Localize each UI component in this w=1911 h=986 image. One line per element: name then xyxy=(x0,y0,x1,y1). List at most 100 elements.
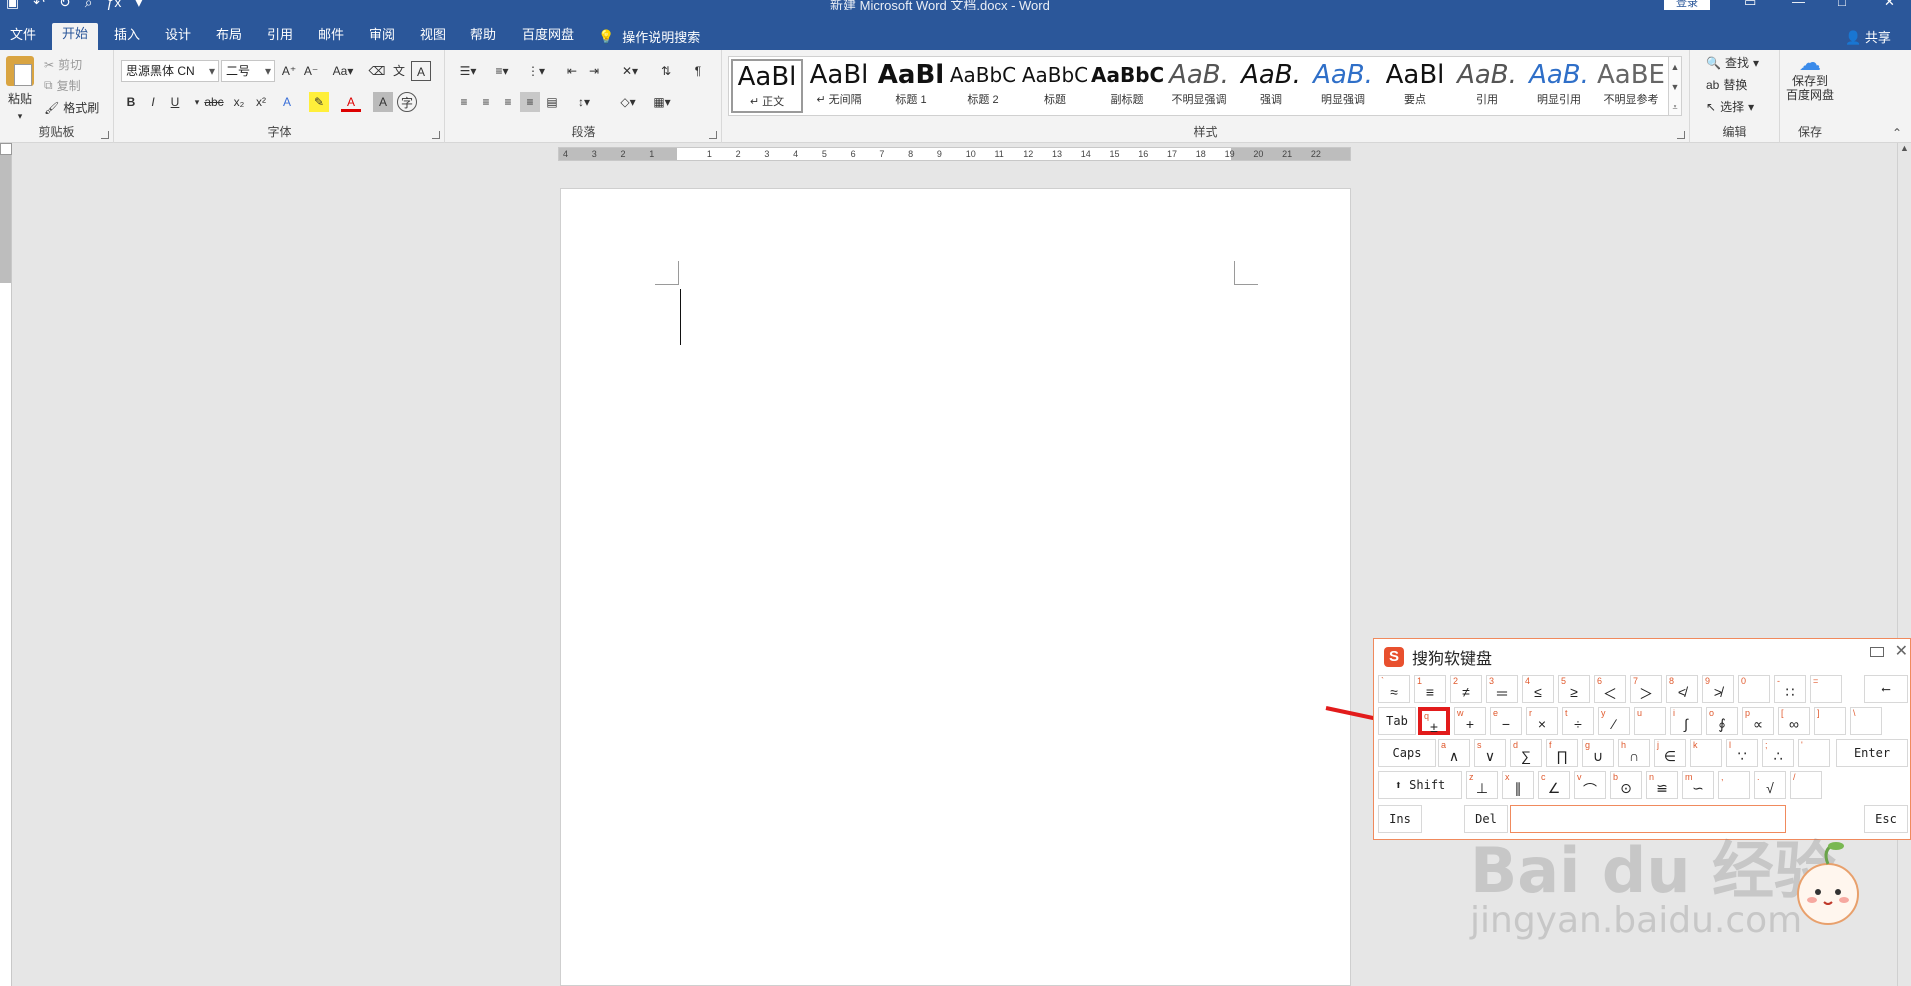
paste-button[interactable]: 粘贴 ▾ xyxy=(6,56,34,122)
select-button[interactable]: ↖ 选择 ▾ xyxy=(1706,98,1754,115)
key-sym9[interactable]: / xyxy=(1790,771,1822,799)
key-u[interactable]: u xyxy=(1634,707,1666,735)
key-1[interactable]: 1 ≡ xyxy=(1414,675,1446,703)
key-a[interactable]: a ∧ xyxy=(1438,739,1470,767)
font-color-icon[interactable]: A xyxy=(341,92,361,112)
shift-key[interactable]: ⬆ Shift xyxy=(1378,771,1462,799)
key-equal[interactable]: = xyxy=(1810,675,1842,703)
key-d[interactable]: d ∑ xyxy=(1510,739,1542,767)
tab-design[interactable]: 设计 xyxy=(155,24,201,50)
key-p[interactable]: p ∝ xyxy=(1742,707,1774,735)
style-subtle-reference[interactable]: AaBE 不明显参考 xyxy=(1595,59,1667,113)
horizontal-ruler[interactable]: 4 3 2 1 1 2 3 4 5 6 7 8 9 10 11 12 13 14 15 16 17 18 19 20 21 22 xyxy=(558,147,1351,161)
key-w[interactable]: w + xyxy=(1454,707,1486,735)
style-quote[interactable]: AaB. 引用 xyxy=(1451,59,1523,113)
distributed-icon[interactable]: ▤ xyxy=(542,92,562,112)
grow-font-icon[interactable]: A⁺ xyxy=(279,61,299,81)
esc-key[interactable]: Esc xyxy=(1864,805,1908,833)
style-strong[interactable]: AaBl 要点 xyxy=(1379,59,1451,113)
key-sym10[interactable]: ' xyxy=(1798,739,1830,767)
style-subtle-emphasis[interactable]: AaB. 不明显强调 xyxy=(1163,59,1235,113)
tab-file[interactable]: 文件 xyxy=(0,24,46,50)
style-intense-emphasis[interactable]: AaB. 明显强调 xyxy=(1307,59,1379,113)
keyboard-close-icon[interactable]: ✕ xyxy=(1895,641,1908,661)
change-case-icon[interactable]: Aa▾ xyxy=(329,61,357,81)
scroll-up-icon[interactable]: ▲ xyxy=(1898,143,1911,153)
key-f[interactable]: f ∏ xyxy=(1546,739,1578,767)
key-c[interactable]: c ∠ xyxy=(1538,771,1570,799)
style-heading-1[interactable]: AaBl 标题 1 xyxy=(875,59,947,113)
copy-button[interactable]: ⧉ 复制 xyxy=(44,77,81,94)
find-button[interactable]: 🔍 查找 ▾ xyxy=(1706,54,1759,71)
key-n[interactable]: n ≌ xyxy=(1646,771,1678,799)
ins-key[interactable]: Ins xyxy=(1378,805,1422,833)
highlight-icon[interactable]: ✎ xyxy=(309,92,329,112)
styles-scroll-icon[interactable]: ▲ ▼ ⩡ xyxy=(1668,56,1682,116)
key-backquote[interactable]: ` ≈ xyxy=(1378,675,1410,703)
key-6[interactable]: 6 ＜ xyxy=(1594,675,1626,703)
tab-home[interactable]: 开始 xyxy=(52,23,99,50)
key-9[interactable]: 9 ≯ xyxy=(1702,675,1734,703)
key-2[interactable]: 2 ≠ xyxy=(1450,675,1482,703)
style-emphasis[interactable]: AaB. 强调 xyxy=(1235,59,1307,113)
paragraph-launcher-icon[interactable] xyxy=(709,131,717,139)
tab-key[interactable]: Tab xyxy=(1378,707,1416,735)
enclose-characters-icon[interactable]: 字 xyxy=(397,92,417,112)
strikethrough-icon[interactable]: abc xyxy=(201,92,227,112)
key-x[interactable]: x ∥ xyxy=(1502,771,1534,799)
key-j[interactable]: j ∈ xyxy=(1654,739,1686,767)
show-marks-icon[interactable]: ¶ xyxy=(688,61,708,81)
key-o[interactable]: o ∮ xyxy=(1706,707,1738,735)
key-m[interactable]: m ∽ xyxy=(1682,771,1714,799)
font-size-select[interactable]: 二号 xyxy=(221,60,275,82)
key-t[interactable]: t ÷ xyxy=(1562,707,1594,735)
key-b[interactable]: b ⊙ xyxy=(1610,771,1642,799)
caps-key[interactable]: Caps xyxy=(1378,739,1436,767)
styles-launcher-icon[interactable] xyxy=(1677,131,1685,139)
collapse-ribbon-icon[interactable]: ⌃ xyxy=(1892,126,1902,140)
key-minus[interactable]: - ∷ xyxy=(1774,675,1806,703)
tab-selector-icon[interactable] xyxy=(0,143,12,155)
tab-view[interactable]: 视图 xyxy=(410,24,456,50)
bullets-icon[interactable]: ☰▾ xyxy=(454,61,482,81)
sort-icon[interactable]: ⇅ xyxy=(656,61,676,81)
align-center-icon[interactable]: ≡ xyxy=(476,92,496,112)
format-painter-button[interactable]: 🖌 格式刷 xyxy=(44,99,99,116)
share-button[interactable]: 👤 共享 xyxy=(1845,27,1891,46)
key-sym12[interactable]: \ xyxy=(1850,707,1882,735)
key-y[interactable]: y ∕ xyxy=(1598,707,1630,735)
key-l[interactable]: l ∵ xyxy=(1726,739,1758,767)
numbering-icon[interactable]: ≡▾ xyxy=(488,61,516,81)
subscript-icon[interactable]: x₂ xyxy=(229,92,249,112)
tab-insert[interactable]: 插入 xyxy=(104,24,150,50)
key-h[interactable]: h ∩ xyxy=(1618,739,1650,767)
key-r[interactable]: r × xyxy=(1526,707,1558,735)
paste-dropdown-icon[interactable]: ▾ xyxy=(18,111,23,122)
login-button[interactable]: 登录 xyxy=(1664,0,1710,10)
key-4[interactable]: 4 ≤ xyxy=(1522,675,1554,703)
bold-icon[interactable]: B xyxy=(121,92,141,112)
key-g[interactable]: g ∪ xyxy=(1582,739,1614,767)
vertical-ruler[interactable] xyxy=(0,143,12,986)
style-no-spacing[interactable]: AaBl ↵ 无间隔 xyxy=(803,59,875,113)
character-shading-icon[interactable]: A xyxy=(373,92,393,112)
key-0[interactable]: 0 xyxy=(1738,675,1770,703)
increase-indent-icon[interactable]: ⇥ xyxy=(584,61,604,81)
tab-references[interactable]: 引用 xyxy=(257,24,303,50)
minimize-icon[interactable]: — xyxy=(1792,0,1805,9)
key-q[interactable]: q ± xyxy=(1418,707,1450,735)
key-sym9[interactable]: ; ∴ xyxy=(1762,739,1794,767)
decrease-indent-icon[interactable]: ⇤ xyxy=(562,61,582,81)
tab-help[interactable]: 帮助 xyxy=(460,24,506,50)
style-heading-2[interactable]: AaBbC 标题 2 xyxy=(947,59,1019,113)
vertical-scrollbar[interactable]: ▲ xyxy=(1897,143,1911,986)
key-sym7[interactable]: , xyxy=(1718,771,1750,799)
ribbon-display-icon[interactable]: ▭ xyxy=(1744,0,1756,10)
tab-mailings[interactable]: 邮件 xyxy=(308,24,354,50)
key-i[interactable]: i ∫ xyxy=(1670,707,1702,735)
key-3[interactable]: 3 ＝ xyxy=(1486,675,1518,703)
line-spacing-icon[interactable]: ↕▾ xyxy=(570,92,598,112)
justify-icon[interactable]: ≡ xyxy=(520,92,540,112)
key-sym8[interactable]: . √ xyxy=(1754,771,1786,799)
save-to-baidu-button[interactable]: ☁ 保存到 百度网盘 xyxy=(1786,52,1834,103)
